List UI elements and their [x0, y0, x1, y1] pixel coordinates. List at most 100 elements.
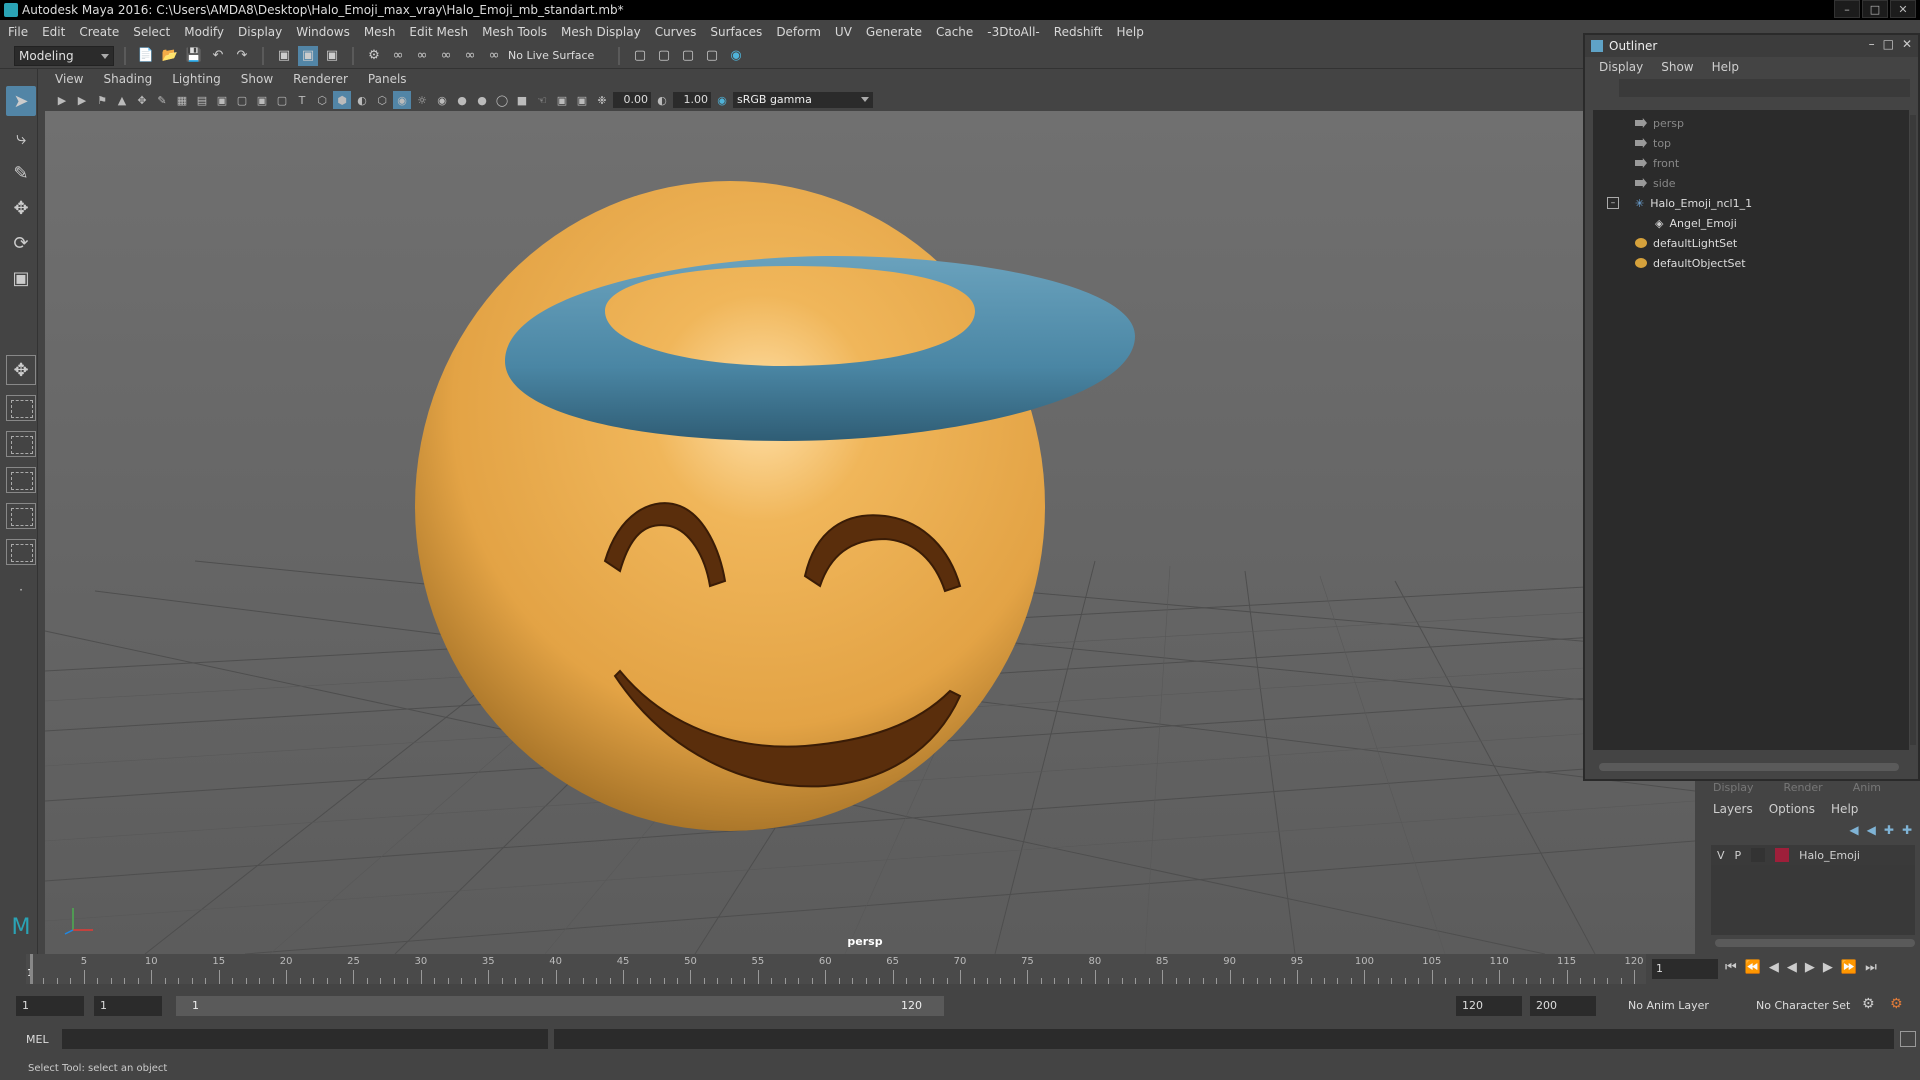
gate-mask-icon[interactable]: ▢: [233, 91, 251, 109]
tab-anim[interactable]: Anim: [1853, 781, 1881, 794]
grid-toggle-icon[interactable]: ▦: [173, 91, 191, 109]
menu-generate[interactable]: Generate: [866, 25, 922, 39]
use-all-lights-icon[interactable]: ◉: [393, 91, 411, 109]
layer-menu-help[interactable]: Help: [1831, 802, 1858, 816]
render-view-icon[interactable]: ▢: [702, 46, 722, 66]
vp-menu-show[interactable]: Show: [241, 72, 273, 86]
xray-joints-icon[interactable]: ▣: [553, 91, 571, 109]
tab-display[interactable]: Display: [1713, 781, 1754, 794]
camera-icon[interactable]: ▶: [53, 91, 71, 109]
camera-attrs-icon[interactable]: ▶: [73, 91, 91, 109]
redo-icon[interactable]: ↷: [232, 46, 252, 66]
character-set-dropdown[interactable]: No Character Set: [1750, 996, 1862, 1016]
smooth-shade-icon[interactable]: ⬢: [333, 91, 351, 109]
command-input[interactable]: [62, 1029, 548, 1049]
maximize-button[interactable]: □: [1862, 0, 1888, 18]
layer-color-swatch[interactable]: [1775, 848, 1790, 862]
time-ruler[interactable]: 1510152025303540455055606570758085909510…: [26, 954, 1646, 984]
step-back-frame-icon[interactable]: ◀: [1769, 960, 1779, 975]
menu-mesh[interactable]: Mesh: [364, 25, 396, 39]
tree-item-top[interactable]: top: [1635, 134, 1671, 152]
select-tool-icon[interactable]: ➤: [6, 86, 36, 116]
outliner-minimize-button[interactable]: –: [1869, 37, 1875, 51]
bookmark-icon[interactable]: ⚑: [93, 91, 111, 109]
menu-mesh-display[interactable]: Mesh Display: [561, 25, 641, 39]
outliner-search-input[interactable]: [1619, 79, 1910, 97]
scale-tool-icon[interactable]: ▣: [6, 263, 36, 293]
hypershade-layout-icon[interactable]: [6, 539, 36, 565]
menu-mesh-tools[interactable]: Mesh Tools: [482, 25, 547, 39]
playback-start-field[interactable]: 1: [94, 996, 162, 1016]
move-layer-up-icon[interactable]: ◀: [1849, 823, 1858, 837]
xray-icon[interactable]: ☜: [533, 91, 551, 109]
two-d-pan-icon[interactable]: ✥: [133, 91, 151, 109]
minimize-button[interactable]: –: [1834, 0, 1860, 18]
script-language-label[interactable]: MEL: [0, 1033, 62, 1046]
menu-modify[interactable]: Modify: [184, 25, 224, 39]
ipr-render-icon[interactable]: ▢: [678, 46, 698, 66]
exposure-field[interactable]: 0.00: [613, 92, 651, 108]
gamma-icon[interactable]: ◐: [653, 91, 671, 109]
outliner-menu-display[interactable]: Display: [1599, 60, 1643, 74]
new-scene-icon[interactable]: 📄: [136, 46, 156, 66]
grease-pencil-icon[interactable]: ✎: [153, 91, 171, 109]
menu-curves[interactable]: Curves: [655, 25, 697, 39]
outliner-layout-icon[interactable]: [6, 503, 36, 529]
snap-curve-icon[interactable]: ∞: [388, 46, 408, 66]
snap-grid-icon[interactable]: ⚙: [364, 46, 384, 66]
animation-start-field[interactable]: 1: [16, 996, 84, 1016]
tree-item-front[interactable]: front: [1635, 154, 1679, 172]
script-editor-icon[interactable]: [1900, 1031, 1916, 1047]
select-component-icon[interactable]: ▣: [322, 46, 342, 66]
anti-aliasing-icon[interactable]: ●: [473, 91, 491, 109]
live-surface-label[interactable]: No Live Surface: [508, 49, 608, 62]
color-management-icon[interactable]: ◉: [713, 91, 731, 109]
gamma-field[interactable]: 1.00: [673, 92, 711, 108]
menu-file[interactable]: File: [8, 25, 28, 39]
play-backwards-icon[interactable]: ◀: [1787, 960, 1797, 975]
rotate-tool-icon[interactable]: ⟳: [6, 228, 36, 258]
outliner-title-bar[interactable]: Outliner – □ ✕: [1585, 35, 1918, 57]
four-view-layout-icon[interactable]: [6, 395, 36, 421]
vp-menu-view[interactable]: View: [55, 72, 83, 86]
step-forward-frame-icon[interactable]: ▶: [1823, 960, 1833, 975]
image-plane-icon[interactable]: ▲: [113, 91, 131, 109]
close-button[interactable]: ✕: [1890, 0, 1916, 18]
playback-end-field[interactable]: 120: [1456, 996, 1522, 1016]
menu-3dtoall[interactable]: -3DtoAll-: [987, 25, 1039, 39]
menu-redshift[interactable]: Redshift: [1054, 25, 1103, 39]
vp-menu-panels[interactable]: Panels: [368, 72, 407, 86]
safe-title-icon[interactable]: T: [293, 91, 311, 109]
field-chart-icon[interactable]: ▣: [253, 91, 271, 109]
layer-scrollbar[interactable]: [1715, 939, 1915, 947]
vp-menu-shading[interactable]: Shading: [103, 72, 152, 86]
tree-item-persp[interactable]: persp: [1635, 114, 1684, 132]
snap-point-icon[interactable]: ∞: [412, 46, 432, 66]
move-layer-down-icon[interactable]: ◀: [1867, 823, 1876, 837]
move-tool-icon[interactable]: ✥: [6, 193, 36, 223]
go-to-end-icon[interactable]: ⏭: [1865, 960, 1877, 975]
layer-type-toggle[interactable]: [1751, 848, 1766, 862]
open-scene-icon[interactable]: 📂: [160, 46, 180, 66]
anim-layer-dropdown[interactable]: No Anim Layer: [1622, 996, 1734, 1016]
menu-deform[interactable]: Deform: [776, 25, 821, 39]
snap-view-icon[interactable]: ∞: [436, 46, 456, 66]
tree-item-default-light-set[interactable]: defaultLightSet: [1635, 234, 1737, 252]
menu-surfaces[interactable]: Surfaces: [710, 25, 762, 39]
tree-item-default-object-set[interactable]: defaultObjectSet: [1635, 254, 1746, 272]
resolution-gate-icon[interactable]: ▣: [213, 91, 231, 109]
current-time-indicator[interactable]: [30, 954, 33, 984]
lasso-tool-icon[interactable]: ⤷: [6, 123, 36, 153]
persp-graph-layout-icon[interactable]: [6, 467, 36, 493]
step-forward-key-icon[interactable]: ⏩: [1841, 960, 1857, 975]
snap-live-icon[interactable]: ∞: [484, 46, 504, 66]
menu-select[interactable]: Select: [133, 25, 170, 39]
view-transform-dropdown[interactable]: sRGB gamma: [733, 92, 873, 108]
vp-menu-renderer[interactable]: Renderer: [293, 72, 348, 86]
vp-menu-lighting[interactable]: Lighting: [172, 72, 221, 86]
outliner-maximize-button[interactable]: □: [1883, 37, 1894, 51]
safe-action-icon[interactable]: ▢: [273, 91, 291, 109]
3d-scene[interactable]: persp: [45, 111, 1695, 954]
layer-row[interactable]: V P Halo_Emoji: [1711, 845, 1915, 865]
menu-display[interactable]: Display: [238, 25, 282, 39]
